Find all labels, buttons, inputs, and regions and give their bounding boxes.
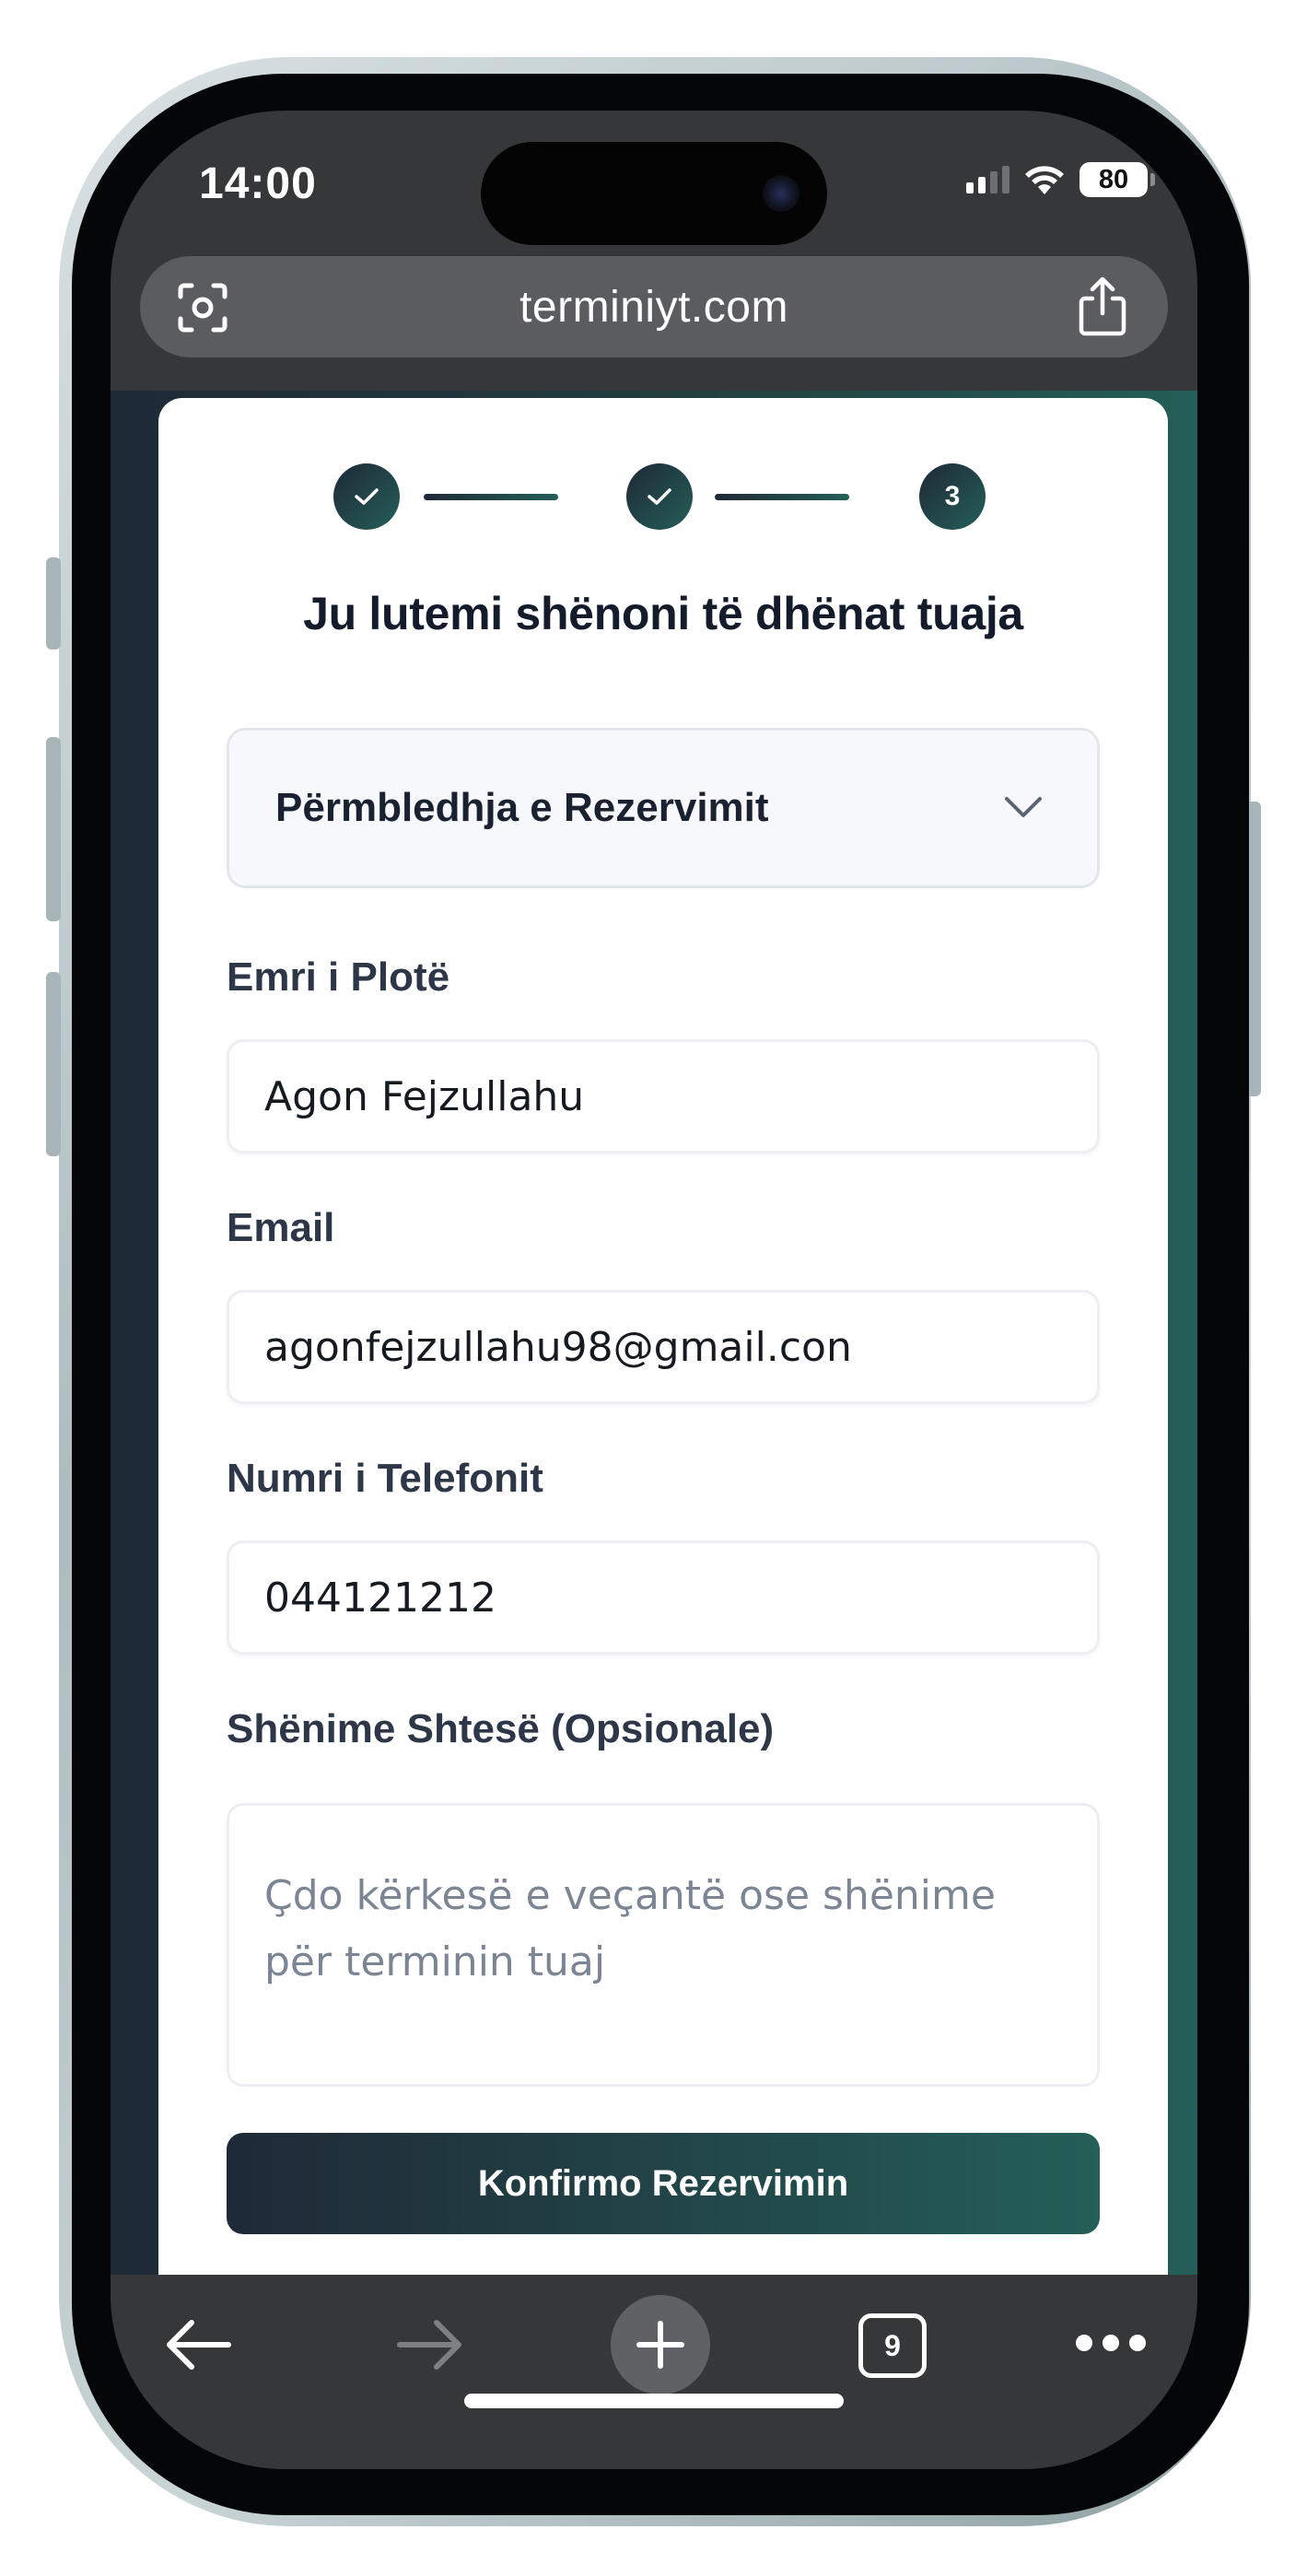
address-bar[interactable]: terminiyt.com <box>140 256 1168 357</box>
share-icon[interactable] <box>1074 276 1131 337</box>
check-icon <box>648 488 671 505</box>
wifi-icon <box>1025 166 1064 194</box>
booking-card: 3 Ju lutemi shënoni të dhënat tuaja Përm… <box>158 398 1168 2275</box>
booking-summary-label: Përmbledhja e Rezervimit <box>275 785 769 830</box>
web-page: 3 Ju lutemi shënoni të dhënat tuaja Përm… <box>111 391 1197 2275</box>
phone-label: Numri i Telefonit <box>227 1456 543 1501</box>
plus-icon <box>636 2321 684 2369</box>
dynamic-island <box>481 142 827 245</box>
front-camera <box>763 175 799 212</box>
volume-up-button <box>46 737 61 921</box>
page-title: Ju lutemi shënoni të dhënat tuaja <box>303 588 1023 639</box>
email-input[interactable]: agonfejzullahu98@gmail.con <box>227 1290 1100 1404</box>
more-icon[interactable] <box>1076 2332 1146 2354</box>
step-2-complete <box>626 463 693 530</box>
screen: 14:00 80 terminiyt.com 3 Ju lutemi shëno… <box>111 111 1197 2469</box>
tabs-button[interactable]: 9 <box>858 2313 927 2378</box>
full-name-input[interactable]: Agon Fejzullahu <box>227 1039 1100 1153</box>
step-1-complete <box>333 463 400 530</box>
confirm-booking-button[interactable]: Konfirmo Rezervimin <box>227 2133 1100 2234</box>
action-button <box>46 557 61 650</box>
new-tab-button[interactable] <box>611 2295 710 2395</box>
url-text[interactable]: terminiyt.com <box>519 282 788 333</box>
status-indicators: 80 <box>966 162 1155 197</box>
forward-arrow-icon[interactable] <box>394 2315 464 2374</box>
notes-textarea[interactable]: Çdo kërkesë e veçantë ose shënime për te… <box>227 1803 1100 2087</box>
check-icon <box>355 488 379 505</box>
browser-toolbar: 9 <box>111 2275 1197 2469</box>
chevron-down-icon <box>1005 797 1042 817</box>
status-time: 14:00 <box>199 159 317 208</box>
step-connector <box>715 494 849 500</box>
back-arrow-icon[interactable] <box>164 2315 234 2374</box>
notes-label: Shënime Shtesë (Opsionale) <box>227 1706 775 1751</box>
home-indicator[interactable] <box>464 2394 844 2408</box>
progress-stepper: 3 <box>333 463 993 530</box>
cellular-signal-icon <box>966 166 1009 193</box>
step-3-current: 3 <box>919 463 986 530</box>
full-name-label: Emri i Plotë <box>227 954 450 1000</box>
visual-lookup-icon[interactable] <box>175 280 230 335</box>
volume-down-button <box>46 972 61 1156</box>
step-connector <box>424 494 558 500</box>
phone-input[interactable]: 044121212 <box>227 1540 1100 1655</box>
booking-summary-accordion[interactable]: Përmbledhja e Rezervimit <box>227 728 1100 888</box>
battery-icon: 80 <box>1079 162 1155 197</box>
email-label: Email <box>227 1205 335 1250</box>
